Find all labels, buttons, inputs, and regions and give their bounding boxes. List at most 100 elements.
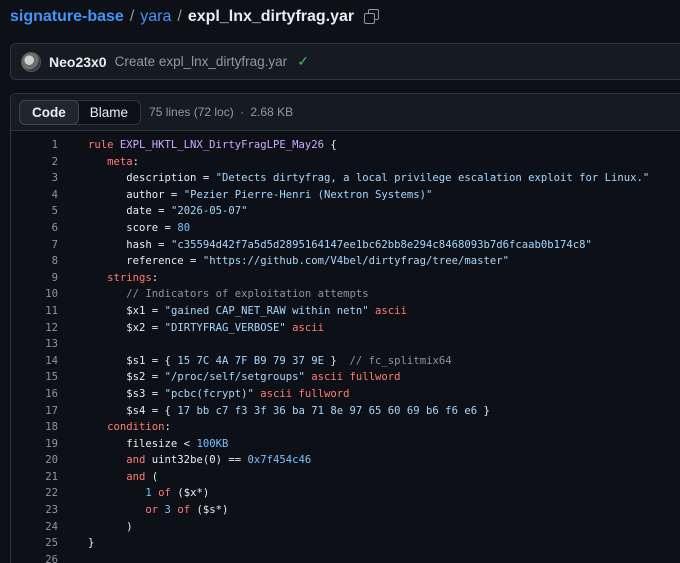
file-info: 75 lines (72 loc) · 2.68 KB — [149, 105, 293, 119]
tab-code[interactable]: Code — [19, 99, 79, 125]
code-line: 6 score = 80 — [11, 220, 680, 237]
line-number[interactable]: 21 — [11, 469, 58, 486]
code-text: or 3 of ($s*) — [145, 504, 229, 517]
code-line: 20 and uint32be(0) == 0x7f454c46 — [11, 452, 680, 469]
code-text: filesize < 100KB — [126, 437, 229, 450]
line-number[interactable]: 4 — [11, 187, 58, 204]
latest-commit-bar: Neo23x0 Create expl_lnx_dirtyfrag.yar ✓ — [10, 43, 680, 80]
code-line: 8 reference = "https://github.com/V4bel/… — [11, 253, 680, 270]
code-line: 2 meta: — [11, 154, 680, 171]
code-line: 15 $s2 = "/proc/self/setgroups" ascii fu… — [11, 369, 680, 386]
line-number[interactable]: 22 — [11, 485, 58, 502]
code-line: 17 $s4 = { 17 bb c7 f3 3f 36 ba 71 8e 97… — [11, 403, 680, 420]
code-line: 1 rule EXPL_HKTL_LNX_DirtyFragLPE_May26 { — [11, 137, 680, 154]
commit-message[interactable]: Create expl_lnx_dirtyfrag.yar — [115, 54, 288, 69]
avatar[interactable] — [21, 51, 41, 72]
code-text: $x2 = "DIRTYFRAG_VERBOSE" ascii — [126, 321, 325, 334]
code-line: 16 $s3 = "pcbc(fcrypt)" ascii fullword — [11, 386, 680, 403]
line-number[interactable]: 19 — [11, 436, 58, 453]
code-text: $s2 = "/proc/self/setgroups" ascii fullw… — [126, 371, 401, 384]
breadcrumb-file-name: expl_lnx_dirtyfrag.yar — [187, 8, 355, 25]
code-text: $s1 = { 15 7C 4A 7F B9 79 37 9E } // fc_… — [126, 354, 452, 367]
code-line: 26 — [11, 552, 680, 563]
code-line: 10 // Indicators of exploitation attempt… — [11, 286, 680, 303]
line-number[interactable]: 18 — [11, 419, 58, 436]
breadcrumb-separator: / — [129, 8, 135, 25]
code-text: strings: — [107, 271, 159, 284]
code-text: $x1 = "gained CAP_NET_RAW within netn" a… — [126, 304, 407, 317]
line-number[interactable]: 7 — [11, 237, 58, 254]
code-text: hash = "c35594d42f7a5d5d2895164147ee1bc6… — [126, 238, 592, 251]
code-line: 3 description = "Detects dirtyfrag, a lo… — [11, 170, 680, 187]
code-text: score = 80 — [126, 221, 191, 234]
copy-path-icon[interactable] — [364, 9, 380, 25]
line-number[interactable]: 23 — [11, 502, 58, 519]
code-text: // Indicators of exploitation attempts — [126, 288, 369, 301]
line-number[interactable]: 8 — [11, 253, 58, 270]
code-text: $s3 = "pcbc(fcrypt)" ascii fullword — [126, 387, 350, 400]
line-number[interactable]: 3 — [11, 170, 58, 187]
code-line: 14 $s1 = { 15 7C 4A 7F B9 79 37 9E } // … — [11, 353, 680, 370]
code-line: 7 hash = "c35594d42f7a5d5d2895164147ee1b… — [11, 237, 680, 254]
code-line: 5 date = "2026-05-07" — [11, 203, 680, 220]
code-text: condition: — [107, 421, 171, 434]
code-line: 12 $x2 = "DIRTYFRAG_VERBOSE" ascii — [11, 320, 680, 337]
code-line: 22 1 of ($x*) — [11, 485, 680, 502]
code-line: 23 or 3 of ($s*) — [11, 502, 680, 519]
line-number[interactable]: 2 — [11, 154, 58, 171]
line-number[interactable]: 1 — [11, 137, 58, 154]
code-line: 4 author = "Pezier Pierre-Henri (Nextron… — [11, 187, 680, 204]
view-mode-toggle: Code Blame — [19, 99, 142, 125]
line-number[interactable]: 6 — [11, 220, 58, 237]
file-viewer: Code Blame 75 lines (72 loc) · 2.68 KB 1… — [10, 93, 680, 563]
line-number[interactable]: 16 — [11, 386, 58, 403]
code-text: and ( — [126, 470, 159, 483]
line-number[interactable]: 17 — [11, 403, 58, 420]
code-text: description = "Detects dirtyfrag, a loca… — [126, 172, 650, 185]
code-text: date = "2026-05-07" — [126, 205, 248, 218]
line-number[interactable]: 26 — [11, 552, 58, 563]
line-number[interactable]: 12 — [11, 320, 58, 337]
code-line: 19 filesize < 100KB — [11, 436, 680, 453]
line-number[interactable]: 11 — [11, 303, 58, 320]
line-number[interactable]: 9 — [11, 270, 58, 287]
file-size: 2.68 KB — [250, 105, 294, 119]
code-text: and uint32be(0) == 0x7f454c46 — [126, 454, 312, 467]
line-number[interactable]: 15 — [11, 369, 58, 386]
line-number[interactable]: 25 — [11, 535, 58, 552]
code-text: rule EXPL_HKTL_LNX_DirtyFragLPE_May26 { — [88, 139, 337, 151]
line-number[interactable]: 10 — [11, 286, 58, 303]
line-number[interactable]: 13 — [11, 336, 58, 353]
breadcrumb-repo-link[interactable]: signature-base — [10, 8, 124, 26]
breadcrumb-dir-link[interactable]: yara — [140, 8, 171, 26]
code-line: 11 $x1 = "gained CAP_NET_RAW within netn… — [11, 303, 680, 320]
code-line: 24 ) — [11, 519, 680, 536]
line-number[interactable]: 5 — [11, 203, 58, 220]
line-count: 75 lines (72 loc) — [149, 105, 234, 119]
breadcrumb: signature-base / yara / expl_lnx_dirtyfr… — [10, 6, 380, 28]
tab-blame[interactable]: Blame — [78, 101, 140, 124]
code-line: 25} — [11, 535, 680, 552]
code-line: 18 condition: — [11, 419, 680, 436]
separator-dot: · — [240, 105, 245, 119]
check-icon[interactable]: ✓ — [297, 53, 309, 70]
line-number[interactable]: 24 — [11, 519, 58, 536]
file-header: Code Blame 75 lines (72 loc) · 2.68 KB — [11, 94, 680, 131]
code-text: author = "Pezier Pierre-Henri (Nextron S… — [126, 188, 433, 201]
code-view[interactable]: 1 rule EXPL_HKTL_LNX_DirtyFragLPE_May26 {… — [11, 132, 680, 563]
code-line: 13 — [11, 336, 680, 353]
code-text: } — [88, 537, 95, 550]
line-number[interactable]: 14 — [11, 353, 58, 370]
commit-author[interactable]: Neo23x0 — [49, 54, 107, 70]
code-text: $s4 = { 17 bb c7 f3 3f 36 ba 71 8e 97 65… — [126, 404, 490, 417]
code-text: ) — [126, 520, 133, 533]
breadcrumb-separator: / — [177, 8, 182, 25]
code-text: 1 of ($x*) — [145, 487, 210, 500]
code-line: 9 strings: — [11, 270, 680, 287]
code-text: meta: — [107, 155, 140, 168]
code-line: 21 and ( — [11, 469, 680, 486]
line-number[interactable]: 20 — [11, 452, 58, 469]
code-text: reference = "https://github.com/V4bel/di… — [126, 255, 509, 268]
